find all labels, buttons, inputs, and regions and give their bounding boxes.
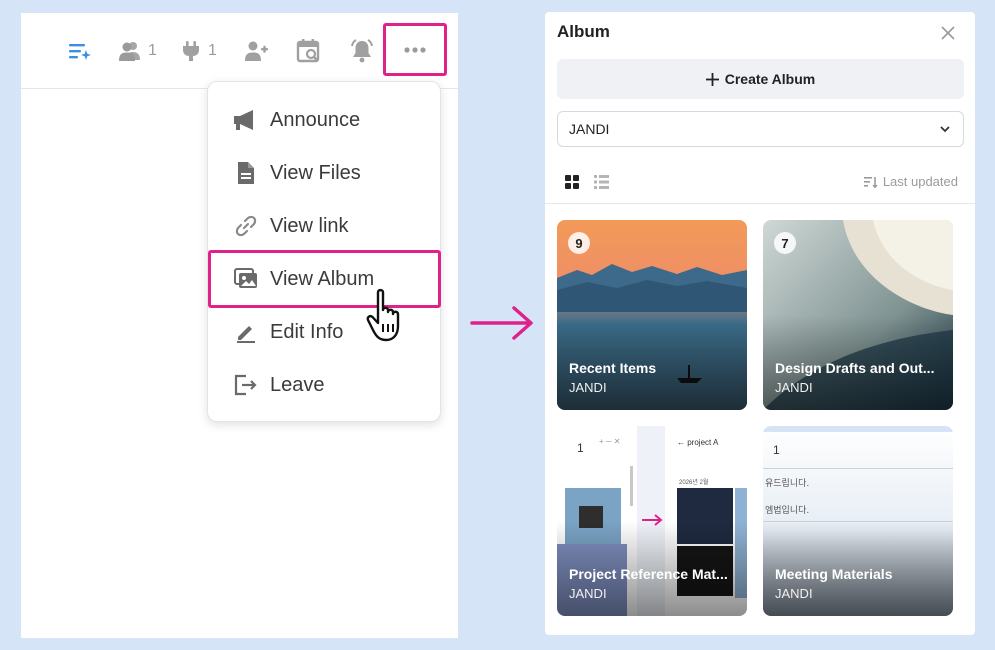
album-title: Recent Items (569, 360, 657, 376)
link-icon (232, 212, 260, 240)
close-button[interactable] (937, 22, 959, 44)
menu-item-view-files[interactable]: View Files (208, 148, 440, 198)
ai-summary-button[interactable] (67, 37, 93, 65)
album-panel-title: Album (557, 22, 610, 41)
notification-button[interactable] (349, 37, 375, 65)
menu-item-view-link[interactable]: View link (208, 201, 440, 251)
sort-button[interactable]: Last updated (863, 174, 958, 189)
menu-item-label: View Files (270, 161, 361, 184)
chevron-down-icon (940, 126, 950, 133)
album-panel: Album Create Album JANDI Last updated 9 … (545, 12, 975, 635)
menu-item-label: Announce (270, 108, 361, 131)
plus-icon (705, 72, 719, 86)
team-select-value: JANDI (569, 121, 610, 137)
menu-item-label: View link (270, 214, 349, 237)
album-team: JANDI (775, 380, 813, 395)
album-card[interactable]: 7 Design Drafts and Out... JANDI (763, 220, 953, 410)
integrations-count: 1 (208, 42, 217, 59)
integrations-button[interactable]: 1 (179, 37, 217, 65)
plug-icon (183, 41, 199, 61)
menu-item-label: Edit Info (270, 320, 344, 343)
menu-item-leave[interactable]: Leave (208, 360, 440, 410)
calendar-search-button[interactable] (296, 37, 322, 65)
album-title: Design Drafts and Out... (775, 360, 935, 376)
divider (545, 203, 975, 204)
album-title: Project Reference Mat... (569, 566, 728, 582)
add-user-icon (245, 41, 268, 61)
members-count: 1 (148, 42, 157, 59)
menu-item-announce[interactable]: Announce (208, 95, 440, 145)
file-icon (232, 159, 260, 187)
sort-icon (863, 176, 878, 188)
sparkle-list-icon (69, 44, 91, 60)
invite-member-button[interactable] (243, 37, 269, 65)
megaphone-icon (232, 106, 260, 134)
members-icon (119, 42, 140, 61)
close-icon (941, 26, 955, 40)
grid-view-icon[interactable] (565, 175, 579, 189)
create-album-button[interactable]: Create Album (557, 59, 964, 99)
channel-toolbar: 1 1 (21, 13, 458, 89)
right-arrow-icon (470, 306, 533, 340)
channel-panel: 1 1 Announce View Files View link View A… (21, 13, 458, 638)
album-team: JANDI (569, 380, 607, 395)
album-team: JANDI (775, 586, 813, 601)
hand-pointer-icon (366, 288, 400, 342)
team-select[interactable]: JANDI (557, 111, 964, 147)
menu-item-label: Leave (270, 373, 325, 396)
calendar-search-icon (296, 39, 320, 63)
more-dots-icon (404, 46, 426, 53)
sort-label: Last updated (882, 174, 958, 189)
album-item-count: 7 (774, 232, 796, 254)
album-card[interactable]: 1 + ─ ✕ ← project A 2026년 2월 Project Ref… (557, 426, 747, 616)
album-title: Meeting Materials (775, 566, 893, 582)
list-view-icon[interactable] (594, 175, 609, 189)
members-button[interactable]: 1 (117, 37, 157, 65)
album-card[interactable]: 9 Recent Items JANDI (557, 220, 747, 410)
album-team: JANDI (569, 586, 607, 601)
bell-icon (351, 39, 373, 63)
pencil-icon (232, 318, 260, 346)
create-album-label: Create Album (724, 71, 816, 87)
more-options-button[interactable] (383, 23, 447, 76)
leave-icon (232, 371, 260, 399)
album-item-count: 9 (568, 232, 590, 254)
album-card[interactable]: 1 유드립니다. 엠법입니다. Meeting Materials JANDI (763, 426, 953, 616)
more-options-menu: Announce View Files View link View Album… (207, 81, 441, 422)
